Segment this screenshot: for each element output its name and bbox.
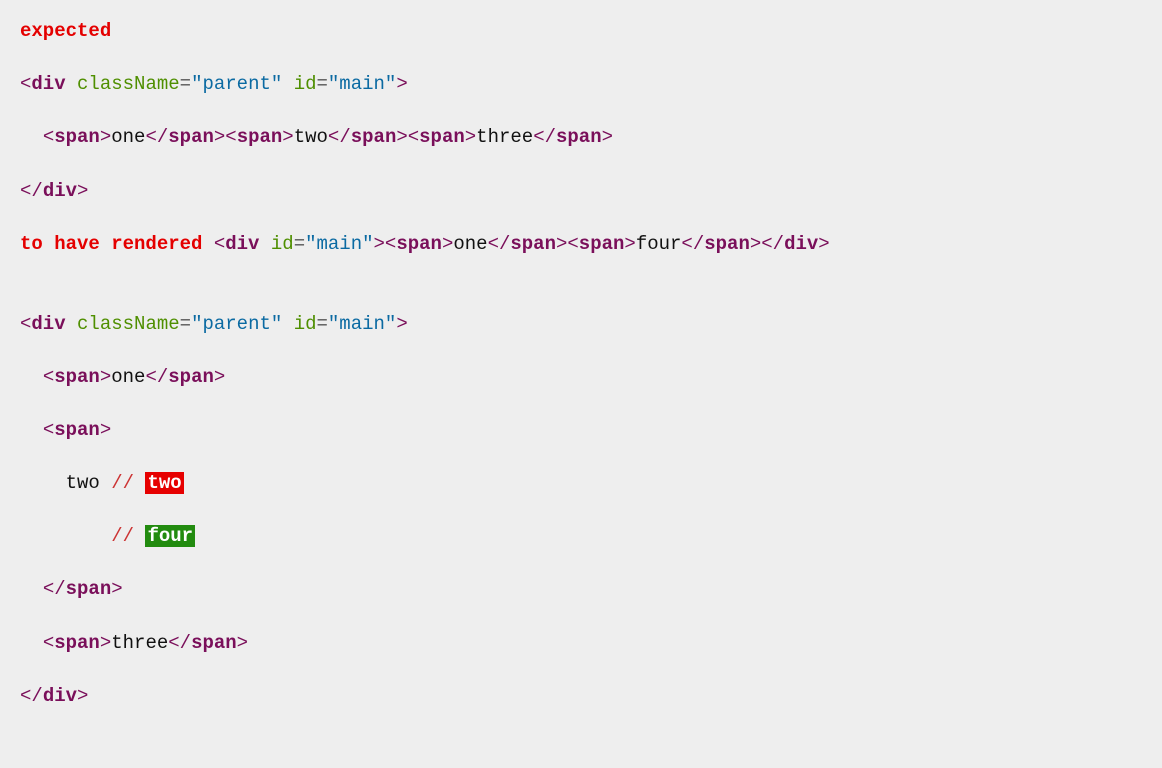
text-three: three bbox=[476, 126, 533, 148]
diff-sep: // bbox=[111, 472, 134, 494]
tag-div: div bbox=[31, 73, 65, 95]
value-main: "main" bbox=[328, 73, 396, 95]
diff-sep: // bbox=[111, 525, 134, 547]
angle-open: < bbox=[20, 73, 31, 95]
text-one: one bbox=[111, 126, 145, 148]
expected-keyword: expected bbox=[20, 20, 111, 42]
tag-span: span bbox=[54, 126, 100, 148]
text-four: four bbox=[636, 233, 682, 255]
diff-added: four bbox=[145, 525, 195, 547]
value-parent: "parent" bbox=[191, 73, 282, 95]
attr-className: className bbox=[77, 73, 180, 95]
diff-removed: two bbox=[145, 472, 183, 494]
text-two: two bbox=[294, 126, 328, 148]
to-have-rendered-keyword: to have rendered bbox=[20, 233, 202, 255]
code-block: expected <div className="parent" id="mai… bbox=[0, 0, 1162, 727]
attr-id: id bbox=[294, 73, 317, 95]
